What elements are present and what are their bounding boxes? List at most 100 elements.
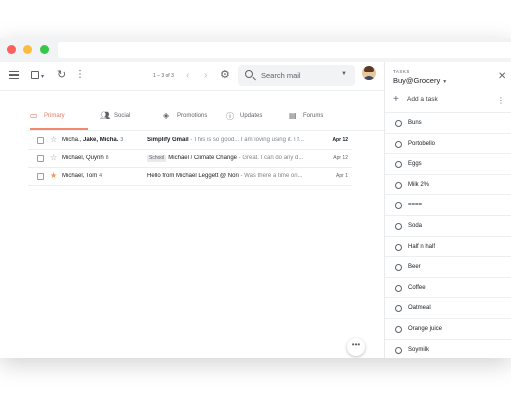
task-complete-circle-icon[interactable] xyxy=(395,243,402,251)
task-complete-circle-icon[interactable] xyxy=(395,284,402,292)
select-all-checkbox[interactable] xyxy=(31,71,39,79)
task-item[interactable]: ==== xyxy=(385,194,511,215)
task-complete-circle-icon[interactable] xyxy=(395,305,402,313)
avatar[interactable] xyxy=(362,66,376,80)
tab-label: Updates xyxy=(240,113,263,119)
task-title: Oatmeal xyxy=(408,305,431,312)
previous-page-icon[interactable]: ‹ xyxy=(186,70,189,82)
task-item[interactable]: Beer xyxy=(385,256,511,277)
email-subject: Hello from Michael Leggett @ Nori xyxy=(147,173,239,179)
search-options-icon[interactable]: ▼ xyxy=(341,71,347,77)
close-window-button[interactable] xyxy=(7,45,16,54)
next-page-icon[interactable]: › xyxy=(204,70,207,82)
tab-label: Social xyxy=(114,113,131,119)
settings-gear-icon[interactable]: ⚙ xyxy=(220,69,230,81)
mail-toolbar: ▾ ↻ ⋮ 1 – 3 of 3 ‹ › ⚙ ▼ xyxy=(0,62,384,90)
more-vert-icon[interactable]: ⋮ xyxy=(75,69,85,81)
page-count: 1 – 3 of 3 xyxy=(153,73,174,79)
row-checkbox[interactable] xyxy=(37,155,44,162)
row-checkbox[interactable] xyxy=(37,173,44,180)
task-list-name: Buy@Grocery xyxy=(393,76,441,85)
task-item[interactable]: Soda xyxy=(385,215,511,236)
star-icon[interactable]: ☆ xyxy=(50,153,57,162)
tab-social[interactable]: 👥︎ Social xyxy=(100,108,160,130)
task-title: Half n half xyxy=(408,243,436,250)
task-item[interactable]: Buns xyxy=(385,112,511,133)
task-list-selector[interactable]: Buy@Grocery ▼ xyxy=(393,76,447,85)
task-item[interactable]: Orange juice xyxy=(385,318,511,339)
people-icon: 👥︎ xyxy=(100,111,111,120)
refresh-icon[interactable]: ↻ xyxy=(57,69,66,81)
task-item[interactable]: Milk 2% xyxy=(385,173,511,195)
tab-primary[interactable]: ▭ Primary xyxy=(30,108,88,130)
browser-window: ▾ ↻ ⋮ 1 – 3 of 3 ‹ › ⚙ ▼ ▭ Primary 👥︎ So… xyxy=(0,38,511,358)
task-complete-circle-icon[interactable] xyxy=(395,326,402,333)
tab-forums[interactable]: ▤ Forums xyxy=(289,108,349,130)
tabs-divider xyxy=(28,130,384,131)
task-title: Eggs xyxy=(408,161,422,168)
minimize-window-button[interactable] xyxy=(23,45,32,54)
email-row[interactable]: ★ Michael, Tom 4 Hello from Michael Legge… xyxy=(28,168,352,186)
email-date: Apr 12 xyxy=(332,137,348,143)
email-sender: Michael, Tom 4 xyxy=(62,173,144,179)
more-options-button[interactable]: ••• xyxy=(347,338,365,356)
task-title: Milk 2% xyxy=(408,181,430,188)
main-menu-icon[interactable] xyxy=(9,71,19,79)
email-date: Apr 1 xyxy=(336,173,348,179)
task-item[interactable]: Soymilk xyxy=(385,338,511,358)
task-item[interactable]: Coffee xyxy=(385,276,511,298)
sender-part: Michael, Tom xyxy=(62,173,98,179)
row-checkbox[interactable] xyxy=(37,137,44,144)
close-icon[interactable]: ✕ xyxy=(498,71,506,82)
tasks-heading: TASKS xyxy=(393,69,410,74)
sender-unread-part: Jake, Micha. xyxy=(83,137,119,143)
tasks-panel: TASKS Buy@Grocery ▼ ✕ + Add a task ⋮ Buns… xyxy=(384,62,511,358)
search-icon[interactable] xyxy=(245,70,253,78)
thread-count: 8 xyxy=(105,155,109,161)
email-row[interactable]: ☆ Michael, Quynh 8 School Michael / Climat… xyxy=(28,150,352,168)
task-complete-circle-icon[interactable] xyxy=(395,161,402,169)
email-row[interactable]: ☆ Micha., Jake, Micha. 3 Simplify Gmail -… xyxy=(28,132,352,150)
task-complete-circle-icon[interactable] xyxy=(395,181,402,189)
thread-count: 3 xyxy=(120,137,124,143)
task-item[interactable]: Oatmeal xyxy=(385,297,511,318)
search-box[interactable]: ▼ xyxy=(238,65,355,86)
tab-label: Forums xyxy=(303,113,324,119)
task-item[interactable]: Portobello xyxy=(385,132,511,154)
star-icon[interactable]: ☆ xyxy=(50,135,57,144)
task-item[interactable]: Half n half xyxy=(385,235,511,257)
chevron-down-icon: ▼ xyxy=(442,79,448,85)
task-complete-circle-icon[interactable] xyxy=(395,264,402,272)
task-complete-circle-icon[interactable] xyxy=(395,140,402,148)
email-snippet: - Was there a time on... xyxy=(238,173,303,179)
maximize-window-button[interactable] xyxy=(40,45,49,54)
toolbar-divider xyxy=(0,90,384,91)
tab-label: Primary xyxy=(44,113,65,119)
email-sender: Michael, Quynh 8 xyxy=(62,155,144,161)
tab-promotions[interactable]: ◈ Promotions xyxy=(163,108,223,130)
task-title: Portobello xyxy=(408,140,436,147)
email-content: Hello from Michael Leggett @ Nori - Was … xyxy=(147,173,317,179)
task-complete-circle-icon[interactable] xyxy=(395,223,402,230)
address-bar[interactable] xyxy=(58,42,511,58)
star-icon[interactable]: ★ xyxy=(50,171,57,180)
thread-count: 4 xyxy=(99,173,103,179)
title-bar xyxy=(0,38,511,62)
tab-updates[interactable]: ⓘ Updates xyxy=(226,108,286,130)
select-dropdown-icon[interactable]: ▾ xyxy=(41,71,44,83)
task-title: Soda xyxy=(408,223,423,229)
email-content: Simplify Gmail - This is so good... I am… xyxy=(147,137,317,143)
task-title: ==== xyxy=(408,202,423,209)
task-complete-circle-icon[interactable] xyxy=(395,346,402,354)
email-subject: Simplify Gmail xyxy=(147,137,189,143)
add-task-label: Add a task xyxy=(407,96,438,103)
task-item[interactable]: Eggs xyxy=(385,153,511,174)
email-content: School Michael / Climate Change - Great. … xyxy=(147,155,317,162)
email-date: Apr 12 xyxy=(333,155,348,161)
more-vert-icon[interactable]: ⋮ xyxy=(497,96,505,105)
tag-icon: ◈ xyxy=(163,111,170,120)
task-complete-circle-icon[interactable] xyxy=(395,202,402,210)
label-chip[interactable]: School xyxy=(147,155,167,162)
search-input[interactable] xyxy=(261,69,341,81)
task-complete-circle-icon[interactable] xyxy=(395,120,402,127)
